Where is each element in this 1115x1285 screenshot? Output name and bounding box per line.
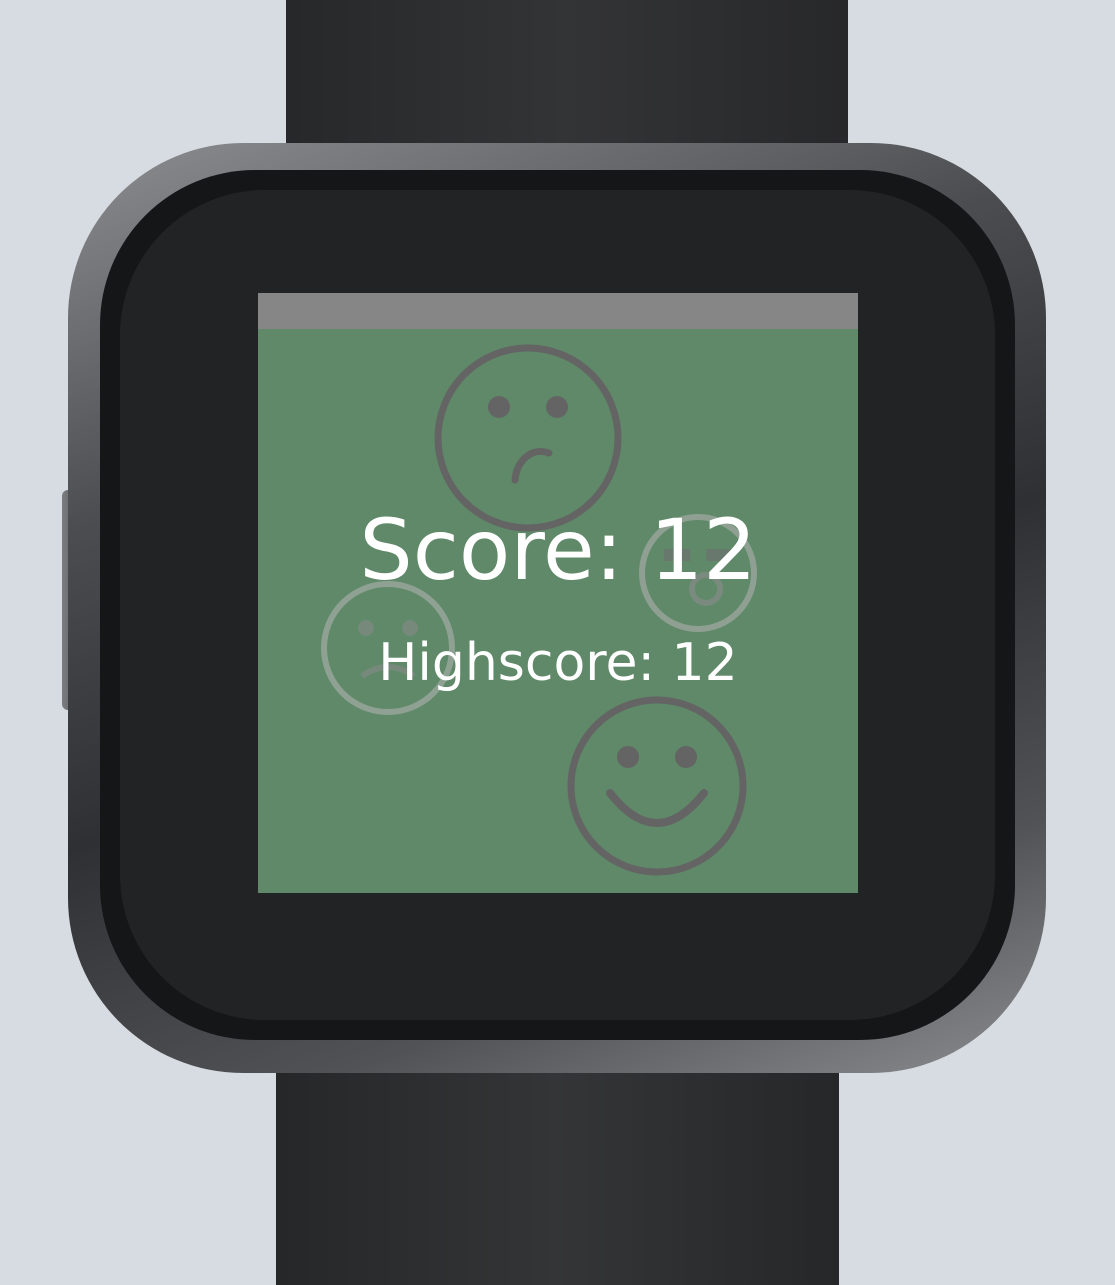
highscore-text: Highscore: 12 — [378, 633, 738, 693]
score-text: Score: 12 — [359, 501, 757, 599]
game-screen[interactable]: Score: 12 Highscore: 12 — [258, 293, 858, 893]
watch-band-bottom — [276, 1040, 839, 1285]
smiling-face-icon[interactable] — [566, 695, 748, 877]
status-bar — [258, 293, 858, 329]
